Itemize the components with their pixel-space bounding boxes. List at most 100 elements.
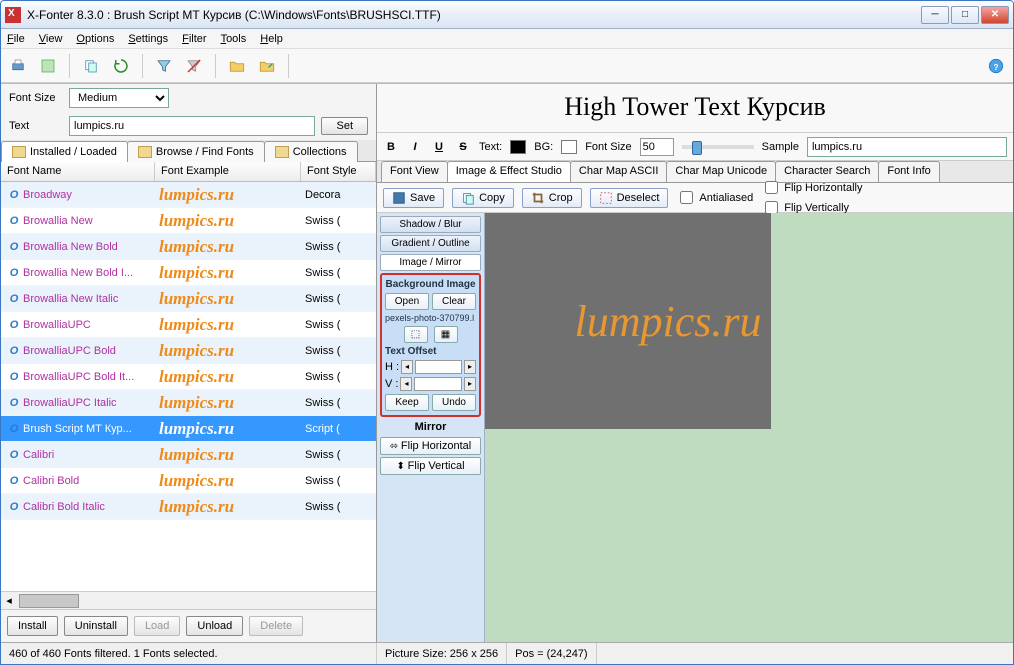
imgmirror-header[interactable]: Image / Mirror xyxy=(380,254,481,271)
mirror-label: Mirror xyxy=(380,419,481,435)
app-icon xyxy=(5,7,21,23)
fit-icon[interactable]: ⬚ xyxy=(404,326,428,343)
tab-browse[interactable]: Browse / Find Fonts xyxy=(127,141,265,162)
font-style: Swiss ( xyxy=(305,475,372,487)
set-button[interactable]: Set xyxy=(321,117,368,135)
font-row[interactable]: OBrowalliaUPC Italiclumpics.ruSwiss ( xyxy=(1,390,376,416)
fontsize-select[interactable]: Medium xyxy=(69,88,169,108)
font-row[interactable]: OBrowallia New Bold I...lumpics.ruSwiss … xyxy=(1,260,376,286)
font-row[interactable]: OBrowalliaUPC Bold It...lumpics.ruSwiss … xyxy=(1,364,376,390)
fontsize-spinner[interactable] xyxy=(640,138,674,156)
font-type-icon: O xyxy=(5,345,23,357)
tile-icon[interactable]: ▦ xyxy=(434,326,458,343)
action-buttons: Install Uninstall Load Unload Delete xyxy=(1,609,376,642)
tab-charmap-ascii[interactable]: Char Map ASCII xyxy=(570,161,667,182)
font-row[interactable]: OCalibri Boldlumpics.ruSwiss ( xyxy=(1,468,376,494)
undo-button[interactable]: Undo xyxy=(432,394,476,411)
font-row[interactable]: OCalibri Bold Italiclumpics.ruSwiss ( xyxy=(1,494,376,520)
strike-button[interactable]: S xyxy=(455,141,471,153)
italic-button[interactable]: I xyxy=(407,141,423,153)
deselect-button[interactable]: Deselect xyxy=(590,188,669,208)
open-button[interactable]: Open xyxy=(385,293,429,310)
tab-installed[interactable]: Installed / Loaded xyxy=(1,141,128,162)
font-name: Calibri xyxy=(23,449,159,461)
effects-panel: Shadow / Blur Gradient / Outline Image /… xyxy=(377,213,485,642)
shadow-header[interactable]: Shadow / Blur xyxy=(380,216,481,233)
menu-tools[interactable]: Tools xyxy=(221,33,247,45)
unload-button[interactable]: Unload xyxy=(186,616,243,636)
font-row[interactable]: OBrowallia Newlumpics.ruSwiss ( xyxy=(1,208,376,234)
status-picsize: Picture Size: 256 x 256 xyxy=(377,643,507,664)
bg-color-well[interactable] xyxy=(561,140,577,154)
clear-button[interactable]: Clear xyxy=(432,293,476,310)
menu-filter[interactable]: Filter xyxy=(182,33,206,45)
close-button[interactable]: ✕ xyxy=(981,6,1009,24)
sample-input[interactable] xyxy=(807,137,1007,157)
v-offset: V :◂▸ xyxy=(385,377,476,391)
fontsize-slider[interactable] xyxy=(682,145,754,149)
font-row[interactable]: OBrowallia New Italiclumpics.ruSwiss ( xyxy=(1,286,376,312)
underline-button[interactable]: U xyxy=(431,141,447,153)
flip-vertical-button[interactable]: ⬍ Flip Vertical xyxy=(380,457,481,475)
font-name: BrowalliaUPC Bold It... xyxy=(23,371,159,383)
minimize-button[interactable]: ─ xyxy=(921,6,949,24)
delete-button[interactable]: Delete xyxy=(249,616,303,636)
font-row[interactable]: OBrowallia New Boldlumpics.ruSwiss ( xyxy=(1,234,376,260)
textoffset-label: Text Offset xyxy=(385,346,476,357)
col-name[interactable]: Font Name xyxy=(1,162,155,181)
save-button[interactable]: Save xyxy=(383,188,444,208)
font-style: Swiss ( xyxy=(305,397,372,409)
flip-h-check[interactable]: Flip Horizontally xyxy=(761,178,862,197)
font-style: Swiss ( xyxy=(305,501,372,513)
bg-color-label: BG: xyxy=(534,141,553,153)
copy-icon[interactable] xyxy=(80,55,102,77)
font-list[interactable]: OBroadwaylumpics.ruDecoraOBrowallia Newl… xyxy=(1,182,376,591)
print-icon[interactable] xyxy=(7,55,29,77)
tab-image-studio[interactable]: Image & Effect Studio xyxy=(447,161,571,182)
filter-icon[interactable] xyxy=(153,55,175,77)
load-button[interactable]: Load xyxy=(134,616,180,636)
help-icon[interactable]: ? xyxy=(985,55,1007,77)
font-row[interactable]: OBrush Script MT Кур...lumpics.ruScript … xyxy=(1,416,376,442)
uninstall-button[interactable]: Uninstall xyxy=(64,616,128,636)
font-type-icon: O xyxy=(5,371,23,383)
image-canvas[interactable]: lumpics.ru xyxy=(485,213,1013,642)
folder-add-icon[interactable] xyxy=(226,55,248,77)
tab-charmap-unicode[interactable]: Char Map Unicode xyxy=(666,161,776,182)
folder-open-icon[interactable] xyxy=(256,55,278,77)
tab-font-info[interactable]: Font Info xyxy=(878,161,939,182)
flip-horizontal-button[interactable]: ⬄ Flip Horizontal xyxy=(380,437,481,455)
col-style[interactable]: Font Style xyxy=(301,162,376,181)
text-color-well[interactable] xyxy=(510,140,526,154)
clear-filter-icon[interactable] xyxy=(183,55,205,77)
antialiased-check[interactable]: Antialiased xyxy=(676,188,753,207)
status-pos: Pos = (24,247) xyxy=(507,643,596,664)
maximize-button[interactable]: □ xyxy=(951,6,979,24)
menu-settings[interactable]: Settings xyxy=(128,33,168,45)
font-row[interactable]: OBroadwaylumpics.ruDecora xyxy=(1,182,376,208)
tab-collections[interactable]: Collections xyxy=(264,141,358,162)
bold-button[interactable]: B xyxy=(383,141,399,153)
sample-text-input[interactable] xyxy=(69,116,315,136)
font-name: Broadway xyxy=(23,189,159,201)
hscrollbar[interactable]: ◂ xyxy=(1,591,376,609)
preview-icon[interactable] xyxy=(37,55,59,77)
font-row[interactable]: OBrowalliaUPC Boldlumpics.ruSwiss ( xyxy=(1,338,376,364)
menu-options[interactable]: Options xyxy=(76,33,114,45)
font-row[interactable]: OBrowalliaUPClumpics.ruSwiss ( xyxy=(1,312,376,338)
tab-fontview[interactable]: Font View xyxy=(381,161,448,182)
font-row[interactable]: OCalibrilumpics.ruSwiss ( xyxy=(1,442,376,468)
crop-button[interactable]: Crop xyxy=(522,188,582,208)
menu-file[interactable]: File xyxy=(7,33,25,45)
menu-help[interactable]: Help xyxy=(260,33,283,45)
refresh-icon[interactable] xyxy=(110,55,132,77)
copy-button[interactable]: Copy xyxy=(452,188,514,208)
canvas-bg-image: lumpics.ru xyxy=(485,213,771,429)
font-example: lumpics.ru xyxy=(159,237,305,257)
menu-view[interactable]: View xyxy=(39,33,63,45)
col-example[interactable]: Font Example xyxy=(155,162,301,181)
font-name: Calibri Bold Italic xyxy=(23,501,159,513)
gradient-header[interactable]: Gradient / Outline xyxy=(380,235,481,252)
image-toolbar: Save Copy Crop Deselect Antialiased Flip… xyxy=(377,183,1013,213)
keep-button[interactable]: Keep xyxy=(385,394,429,411)
